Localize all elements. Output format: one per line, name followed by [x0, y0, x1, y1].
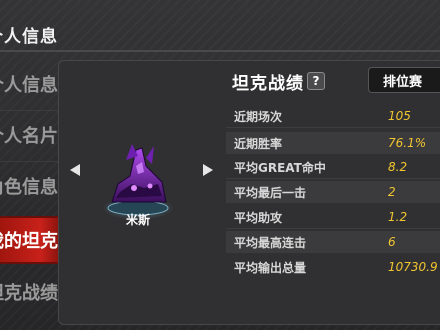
next-tank-arrow-icon[interactable]	[203, 164, 213, 176]
stat-row-last-hits: 平均最后一击 2	[226, 181, 440, 203]
stat-row-total-damage: 平均输出总量 10730.9	[226, 256, 440, 278]
page-title: 个人信息	[0, 27, 58, 47]
row-divider	[226, 178, 440, 179]
stat-row-win-rate: 近期胜率 76.1%	[226, 132, 440, 154]
stat-value: 10730.9	[388, 260, 438, 274]
sidebar-item-label: 角色信息	[0, 177, 58, 198]
sidebar-item-label: 坦克战绩	[0, 283, 58, 304]
header-divider	[0, 50, 440, 52]
sidebar-item-business-card[interactable]: 个人名片	[0, 111, 58, 159]
help-icon[interactable]: ?	[307, 72, 325, 90]
stat-value: 6	[388, 235, 396, 249]
stats-title: 坦克战绩	[232, 74, 304, 94]
stat-value: 76.1%	[388, 136, 427, 150]
previous-tank-arrow-icon[interactable]	[70, 164, 80, 176]
sidebar-item-my-tank[interactable]: 我的坦克	[0, 216, 58, 264]
sidebar-item-personal-info[interactable]: 个人信息	[0, 60, 58, 108]
sidebar-item-label: 个人信息	[0, 75, 58, 96]
stat-label: 近期场次	[234, 109, 283, 124]
stat-label: 平均最后一击	[234, 185, 307, 200]
stat-label: 平均助攻	[234, 210, 283, 225]
sidebar-item-tank-record[interactable]: 坦克战绩	[0, 268, 58, 316]
sidebar-item-character-info[interactable]: 角色信息	[0, 162, 58, 210]
stat-label: 平均输出总量	[234, 260, 307, 275]
stat-value: 8.2	[388, 160, 408, 174]
stat-value: 2	[388, 185, 396, 199]
sidebar: 个人信息 个人名片 角色信息 我的坦克 坦克战绩	[0, 52, 58, 330]
sidebar-item-label: 我的坦克	[0, 231, 58, 252]
row-divider	[226, 127, 440, 128]
stat-label: 近期胜率	[234, 136, 283, 151]
stat-label: 平均GREAT命中	[234, 160, 326, 175]
stat-value: 1.2	[388, 210, 408, 224]
tank-name: 米斯	[125, 213, 150, 227]
stat-row-recent-matches: 近期场次 105	[226, 105, 440, 127]
tab-ranked[interactable]: 排位赛	[368, 67, 440, 93]
stat-row-assists: 平均助攻 1.2	[226, 206, 440, 228]
stat-row-highest-combo: 平均最高连击 6	[226, 231, 440, 253]
row-divider	[226, 228, 440, 229]
stat-row-great-hits: 平均GREAT命中 8.2	[226, 156, 440, 178]
sidebar-item-label: 个人名片	[0, 126, 58, 147]
stat-value: 105	[388, 109, 411, 123]
stat-label: 平均最高连击	[234, 235, 307, 250]
